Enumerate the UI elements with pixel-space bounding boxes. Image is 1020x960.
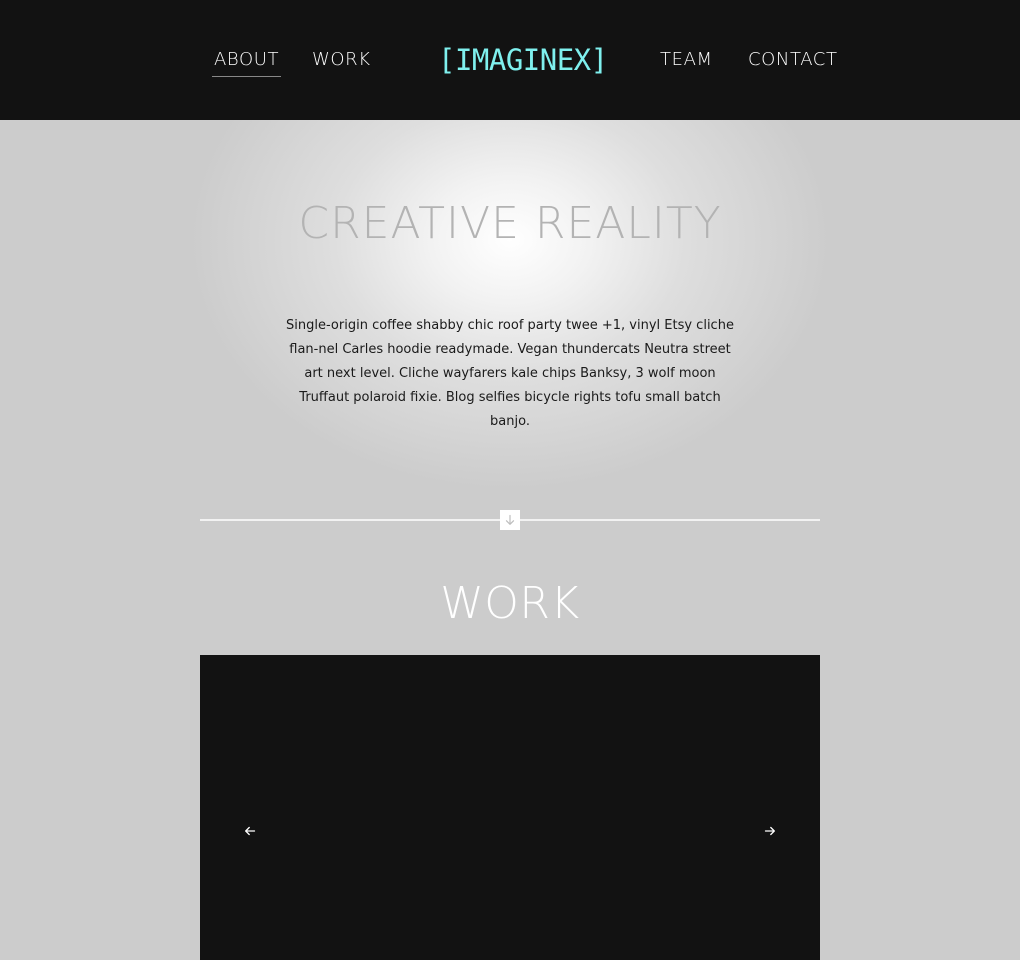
site-logo[interactable]: [IMAGINEX] [438, 40, 608, 80]
hero-description: Single-origin coffee shabby chic roof pa… [286, 318, 734, 429]
nav-about-link[interactable]: ABOUT [212, 46, 282, 77]
nav-team-link[interactable]: TEAM [660, 46, 713, 74]
arrow-right-icon [764, 826, 775, 836]
site-header: ABOUT WORK [IMAGINEX] TEAM CONTACT [0, 0, 1020, 120]
page: ABOUT WORK [IMAGINEX] TEAM CONTACT CREAT… [0, 0, 1020, 960]
work-section-title: WORK [440, 578, 580, 629]
work-slider [200, 655, 820, 960]
nav-work-link[interactable]: WORK [312, 46, 371, 74]
arrow-down-icon [505, 514, 515, 525]
slider-next-button[interactable] [756, 821, 784, 841]
arrow-left-icon [245, 826, 256, 836]
scroll-down-button[interactable] [500, 510, 520, 530]
hero-title: CREATIVE REALITY [298, 198, 722, 249]
nav-contact-link[interactable]: CONTACT [748, 46, 838, 74]
slider-prev-button[interactable] [236, 821, 264, 841]
